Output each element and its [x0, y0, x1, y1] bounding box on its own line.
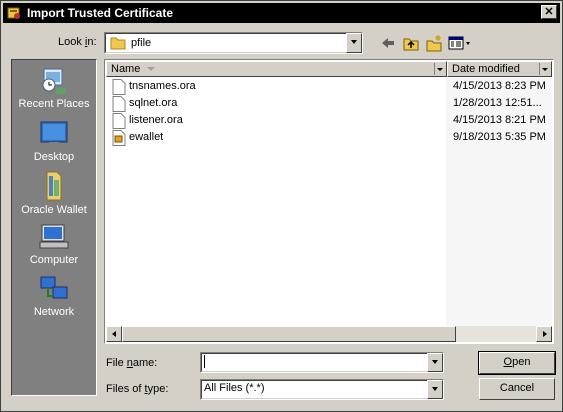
file-name: tnsnames.ora — [129, 80, 196, 92]
scroll-right-icon[interactable] — [536, 326, 552, 342]
file-icon — [112, 113, 126, 129]
place-label: Recent Places — [18, 98, 90, 110]
column-header-name[interactable]: Name — [106, 61, 447, 77]
horizontal-scrollbar[interactable] — [106, 326, 552, 342]
open-button[interactable]: Open — [478, 351, 556, 375]
chevron-down-icon[interactable] — [434, 63, 445, 75]
certificate-app-icon — [7, 7, 20, 19]
desktop-icon — [40, 121, 68, 146]
chevron-down-icon[interactable] — [539, 63, 550, 75]
place-network[interactable]: Network — [12, 274, 96, 322]
close-icon: ✕ — [544, 6, 554, 18]
scroll-left-icon[interactable] — [106, 326, 122, 342]
chevron-down-icon[interactable] — [427, 353, 443, 372]
file-name-input[interactable] — [200, 352, 444, 373]
up-folder-icon[interactable] — [402, 34, 420, 52]
place-computer[interactable]: Computer — [12, 222, 96, 270]
wallet-file-icon — [112, 130, 126, 146]
column-date-label: Date modified — [452, 63, 520, 75]
file-list[interactable]: Name Date modified tnsnames.ora 4/15/201… — [104, 59, 554, 344]
oracle-wallet-folder-icon — [46, 171, 62, 201]
network-icon — [40, 276, 68, 299]
file-type-label: Files of type: — [106, 383, 169, 395]
place-label: Oracle Wallet — [21, 204, 87, 216]
folder-icon — [110, 37, 126, 50]
file-date: 1/28/2013 12:51... — [453, 97, 542, 109]
chevron-down-icon[interactable] — [427, 380, 443, 399]
file-icon — [112, 96, 126, 112]
text-caret — [204, 355, 205, 368]
scroll-thumb[interactable] — [122, 326, 456, 342]
column-header-date[interactable]: Date modified — [447, 61, 552, 77]
new-folder-icon[interactable] — [425, 34, 443, 52]
file-name-label: File name: — [106, 357, 158, 369]
place-label: Computer — [29, 254, 79, 266]
file-type-value: All Files (*.*) — [204, 382, 265, 394]
title-bar[interactable]: Import Trusted Certificate ✕ — [3, 3, 560, 23]
file-type-dropdown[interactable]: All Files (*.*) — [200, 379, 444, 400]
file-name: listener.ora — [129, 114, 183, 126]
place-label: Desktop — [33, 151, 75, 163]
chevron-down-icon[interactable] — [346, 33, 362, 53]
look-in-label: Look in: — [58, 36, 97, 48]
import-certificate-dialog: Import Trusted Certificate ✕ Look in: pf… — [0, 0, 563, 412]
cancel-button[interactable]: Cancel — [479, 378, 555, 400]
file-row[interactable]: sqlnet.ora 1/28/2013 12:51... — [112, 96, 552, 112]
window-title: Import Trusted Certificate — [27, 6, 174, 20]
recent-places-icon — [42, 68, 66, 94]
computer-icon — [39, 224, 69, 249]
file-icon — [112, 79, 126, 95]
look-in-value: pfile — [131, 37, 152, 49]
place-oracle-wallet[interactable]: Oracle Wallet — [12, 170, 96, 218]
column-name-label: Name — [111, 63, 141, 75]
view-menu-icon[interactable] — [448, 34, 472, 52]
look-in-dropdown[interactable]: pfile — [104, 32, 363, 54]
file-date: 4/15/2013 8:21 PM — [453, 114, 546, 126]
close-button[interactable]: ✕ — [541, 5, 557, 19]
sort-arrow-icon — [147, 67, 155, 71]
file-date: 4/15/2013 8:23 PM — [453, 80, 546, 92]
file-row[interactable]: tnsnames.ora 4/15/2013 8:23 PM — [112, 79, 552, 95]
place-recent-places[interactable]: Recent Places — [12, 66, 96, 114]
place-desktop[interactable]: Desktop — [12, 119, 96, 167]
file-name: ewallet — [129, 131, 164, 143]
file-row[interactable]: listener.ora 4/15/2013 8:21 PM — [112, 113, 552, 129]
places-bar: Recent Places Desktop Oracle Wallet Comp… — [11, 59, 97, 396]
file-row[interactable]: ewallet 9/18/2013 5:35 PM — [112, 130, 552, 146]
file-date: 9/18/2013 5:35 PM — [453, 131, 546, 143]
file-name: sqlnet.ora — [129, 97, 178, 109]
back-arrow-icon[interactable] — [379, 34, 397, 52]
place-label: Network — [33, 306, 75, 318]
